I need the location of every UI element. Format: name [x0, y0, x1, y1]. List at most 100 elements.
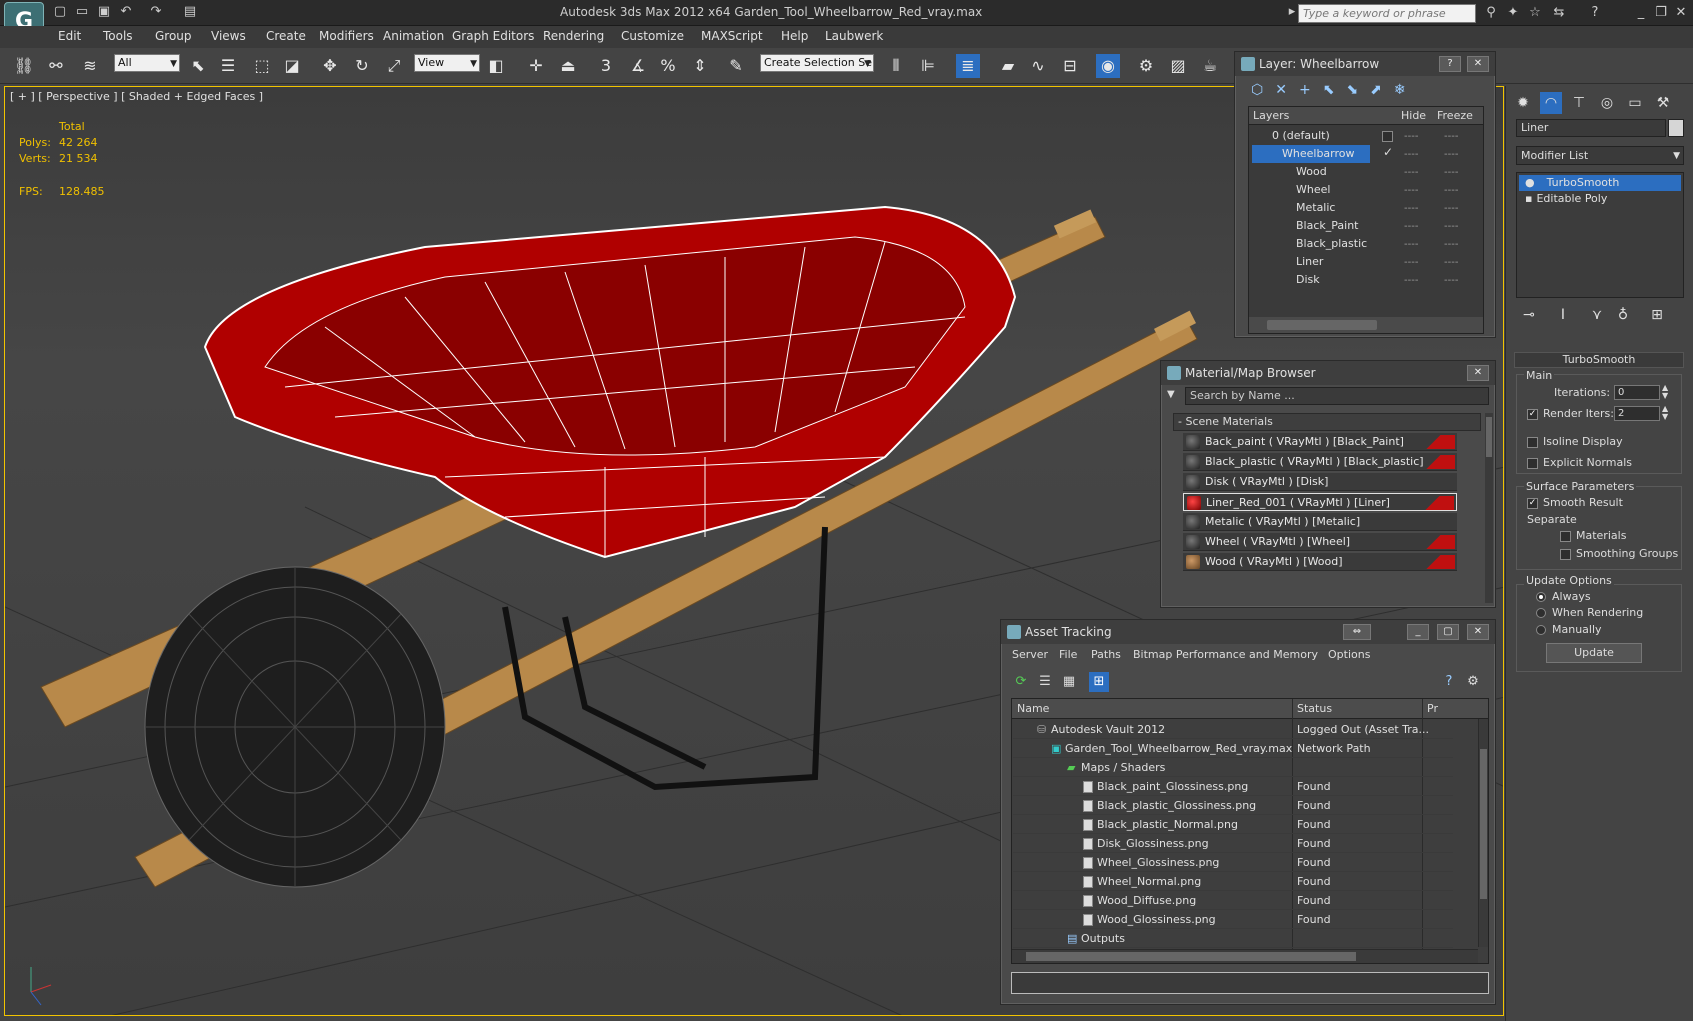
material-vscrollbar[interactable]: [1485, 413, 1493, 603]
menu-edit[interactable]: Edit: [58, 29, 81, 43]
freeze-toggle-5[interactable]: ----: [1444, 221, 1458, 232]
turbosmooth-rollout[interactable]: TurboSmooth: [1514, 352, 1684, 368]
material-row-metalic[interactable]: Metalic ( VRayMtl ) [Metalic]: [1183, 513, 1457, 531]
stack-item-turbosmooth[interactable]: ● TurboSmooth: [1519, 175, 1681, 191]
asset-hscroll-thumb[interactable]: [1026, 952, 1356, 961]
pivot-center-icon[interactable]: ◧: [484, 54, 508, 78]
asset-minimize-button[interactable]: _: [1407, 624, 1429, 640]
freeze-toggle-3[interactable]: ----: [1444, 185, 1458, 196]
freeze-toggle-8[interactable]: ----: [1444, 275, 1458, 286]
help-icon[interactable]: ?: [1586, 4, 1604, 21]
asset-vscroll-thumb[interactable]: [1480, 749, 1487, 899]
col-status[interactable]: Status: [1297, 702, 1332, 715]
star-icon[interactable]: ☆: [1526, 4, 1544, 21]
add-to-layer-icon[interactable]: +: [1299, 82, 1323, 98]
object-color-swatch[interactable]: [1668, 119, 1684, 137]
material-row-liner-red[interactable]: Liner_Red_001 ( VRayMtl ) [Liner]: [1183, 493, 1457, 511]
col-freeze[interactable]: Freeze: [1437, 109, 1473, 122]
material-row-wheel[interactable]: Wheel ( VRayMtl ) [Wheel]: [1183, 533, 1457, 551]
bind-spacewarp-icon[interactable]: ≋: [78, 54, 102, 78]
freeze-toggle-4[interactable]: ----: [1444, 203, 1458, 214]
new-file-icon[interactable]: ▢: [52, 4, 68, 20]
update-when-rendering-radio[interactable]: [1536, 608, 1546, 618]
percent-snap-icon[interactable]: %: [656, 54, 680, 78]
tools-icon[interactable]: ✦: [1504, 4, 1522, 21]
bulb-icon[interactable]: ●: [1525, 176, 1535, 189]
update-button[interactable]: Update: [1546, 643, 1642, 663]
edit-named-sets-icon[interactable]: ✎: [724, 54, 748, 78]
select-manipulate-icon[interactable]: ✛: [524, 54, 548, 78]
select-by-name-icon[interactable]: ☰: [216, 54, 240, 78]
browser-options-icon[interactable]: ▼: [1167, 389, 1181, 403]
move-icon[interactable]: ✥: [318, 54, 342, 78]
render-iters-spinner[interactable]: 2: [1614, 406, 1660, 421]
asset-menu-bitmap-performance[interactable]: Bitmap Performance and Memory: [1133, 648, 1318, 661]
menu-maxscript[interactable]: MAXScript: [701, 29, 763, 43]
iterations-spinner[interactable]: 0: [1614, 385, 1660, 400]
schematic-view-icon[interactable]: ⊟: [1058, 54, 1082, 78]
asset-row-file[interactable]: Wheel_Glossiness.png Found: [1013, 853, 1453, 872]
align-icon[interactable]: ⊫: [916, 54, 940, 78]
expand-plus-icon[interactable]: ▪: [1525, 192, 1532, 205]
col-layers[interactable]: Layers: [1253, 109, 1289, 122]
reference-coord-dropdown[interactable]: View ▼: [414, 54, 480, 72]
menu-tools[interactable]: Tools: [103, 29, 133, 43]
material-row-back-paint[interactable]: Back_paint ( VRayMtl ) [Black_Paint]: [1183, 433, 1457, 451]
window-crossing-icon[interactable]: ◪: [280, 54, 304, 78]
unlink-icon[interactable]: ⚯: [44, 54, 68, 78]
modifier-list-dropdown[interactable]: Modifier List ▼: [1516, 146, 1684, 165]
asset-row-file[interactable]: Wood_Diffuse.png Found: [1013, 891, 1453, 910]
render-iters-spinner-arrows-icon[interactable]: ▲ ▼: [1662, 405, 1668, 421]
render-production-icon[interactable]: ☕: [1198, 54, 1222, 78]
modify-tab-icon[interactable]: ◠: [1540, 92, 1562, 114]
table-view-icon[interactable]: ⊞: [1089, 672, 1109, 692]
asset-menu-file[interactable]: File: [1059, 648, 1077, 661]
freeze-toggle-6[interactable]: ----: [1444, 239, 1458, 250]
asset-row-file[interactable]: Disk_Glossiness.png Found: [1013, 834, 1453, 853]
asset-menu-options[interactable]: Options: [1328, 648, 1370, 661]
hide-toggle-1[interactable]: ----: [1404, 149, 1418, 160]
asset-row-maps-shaders[interactable]: ▰ Maps / Shaders: [1013, 758, 1453, 777]
menu-views[interactable]: Views: [211, 29, 246, 43]
rotate-icon[interactable]: ↻: [350, 54, 374, 78]
save-file-icon[interactable]: ▣: [96, 4, 112, 20]
material-editor-icon[interactable]: ◉: [1096, 54, 1120, 78]
separate-materials-checkbox[interactable]: [1560, 531, 1571, 542]
freeze-toggle-2[interactable]: ----: [1444, 167, 1458, 178]
utilities-tab-icon[interactable]: ⚒: [1652, 92, 1674, 114]
list-view-icon[interactable]: ☰: [1035, 672, 1055, 692]
asset-help-icon[interactable]: ?: [1439, 672, 1459, 692]
open-file-icon[interactable]: ▭: [74, 4, 90, 20]
create-layer-icon[interactable]: ⬡: [1251, 82, 1275, 98]
named-selection-set-dropdown[interactable]: Create Selection Se ▼: [760, 54, 874, 72]
asset-hscrollbar[interactable]: [1012, 949, 1478, 963]
refresh-icon[interactable]: ⟳: [1011, 672, 1031, 692]
rendered-frame-icon[interactable]: ▨: [1166, 54, 1190, 78]
material-row-disk[interactable]: Disk ( VRayMtl ) [Disk]: [1183, 473, 1457, 491]
pin-stack-icon[interactable]: ⊸: [1518, 304, 1540, 326]
iterations-spinner-arrows-icon[interactable]: ▲ ▼: [1662, 384, 1668, 400]
restore-icon[interactable]: ❐: [1652, 4, 1670, 21]
binoculars-icon[interactable]: ⚲: [1482, 4, 1500, 21]
redo-icon[interactable]: ↷: [148, 4, 164, 20]
curve-editor-icon[interactable]: ∿: [1026, 54, 1050, 78]
menu-create[interactable]: Create: [266, 29, 306, 43]
motion-tab-icon[interactable]: ◎: [1596, 92, 1618, 114]
asset-menu-paths[interactable]: Paths: [1091, 648, 1121, 661]
keyboard-shortcut-icon[interactable]: ⏏: [556, 54, 580, 78]
minimize-icon[interactable]: _: [1632, 4, 1650, 21]
material-browser-titlebar[interactable]: Material/Map Browser: [1161, 361, 1495, 385]
menu-rendering[interactable]: Rendering: [543, 29, 604, 43]
update-always-radio[interactable]: [1536, 592, 1546, 602]
layer-row-wood[interactable]: Wood: [1252, 163, 1472, 181]
hide-toggle-8[interactable]: ----: [1404, 275, 1418, 286]
material-browser-close-button[interactable]: ✕: [1467, 365, 1489, 381]
scale-icon[interactable]: ⤢: [382, 54, 406, 78]
mirror-icon[interactable]: ⫴: [884, 54, 908, 78]
layer-close-button[interactable]: ✕: [1467, 56, 1489, 72]
asset-row-file[interactable]: Wheel_Normal.png Found: [1013, 872, 1453, 891]
project-folder-icon[interactable]: ▤: [182, 4, 198, 20]
asset-vscrollbar[interactable]: [1478, 719, 1488, 947]
col-name[interactable]: Name: [1017, 702, 1049, 715]
render-iters-checkbox[interactable]: ✓: [1527, 409, 1538, 420]
